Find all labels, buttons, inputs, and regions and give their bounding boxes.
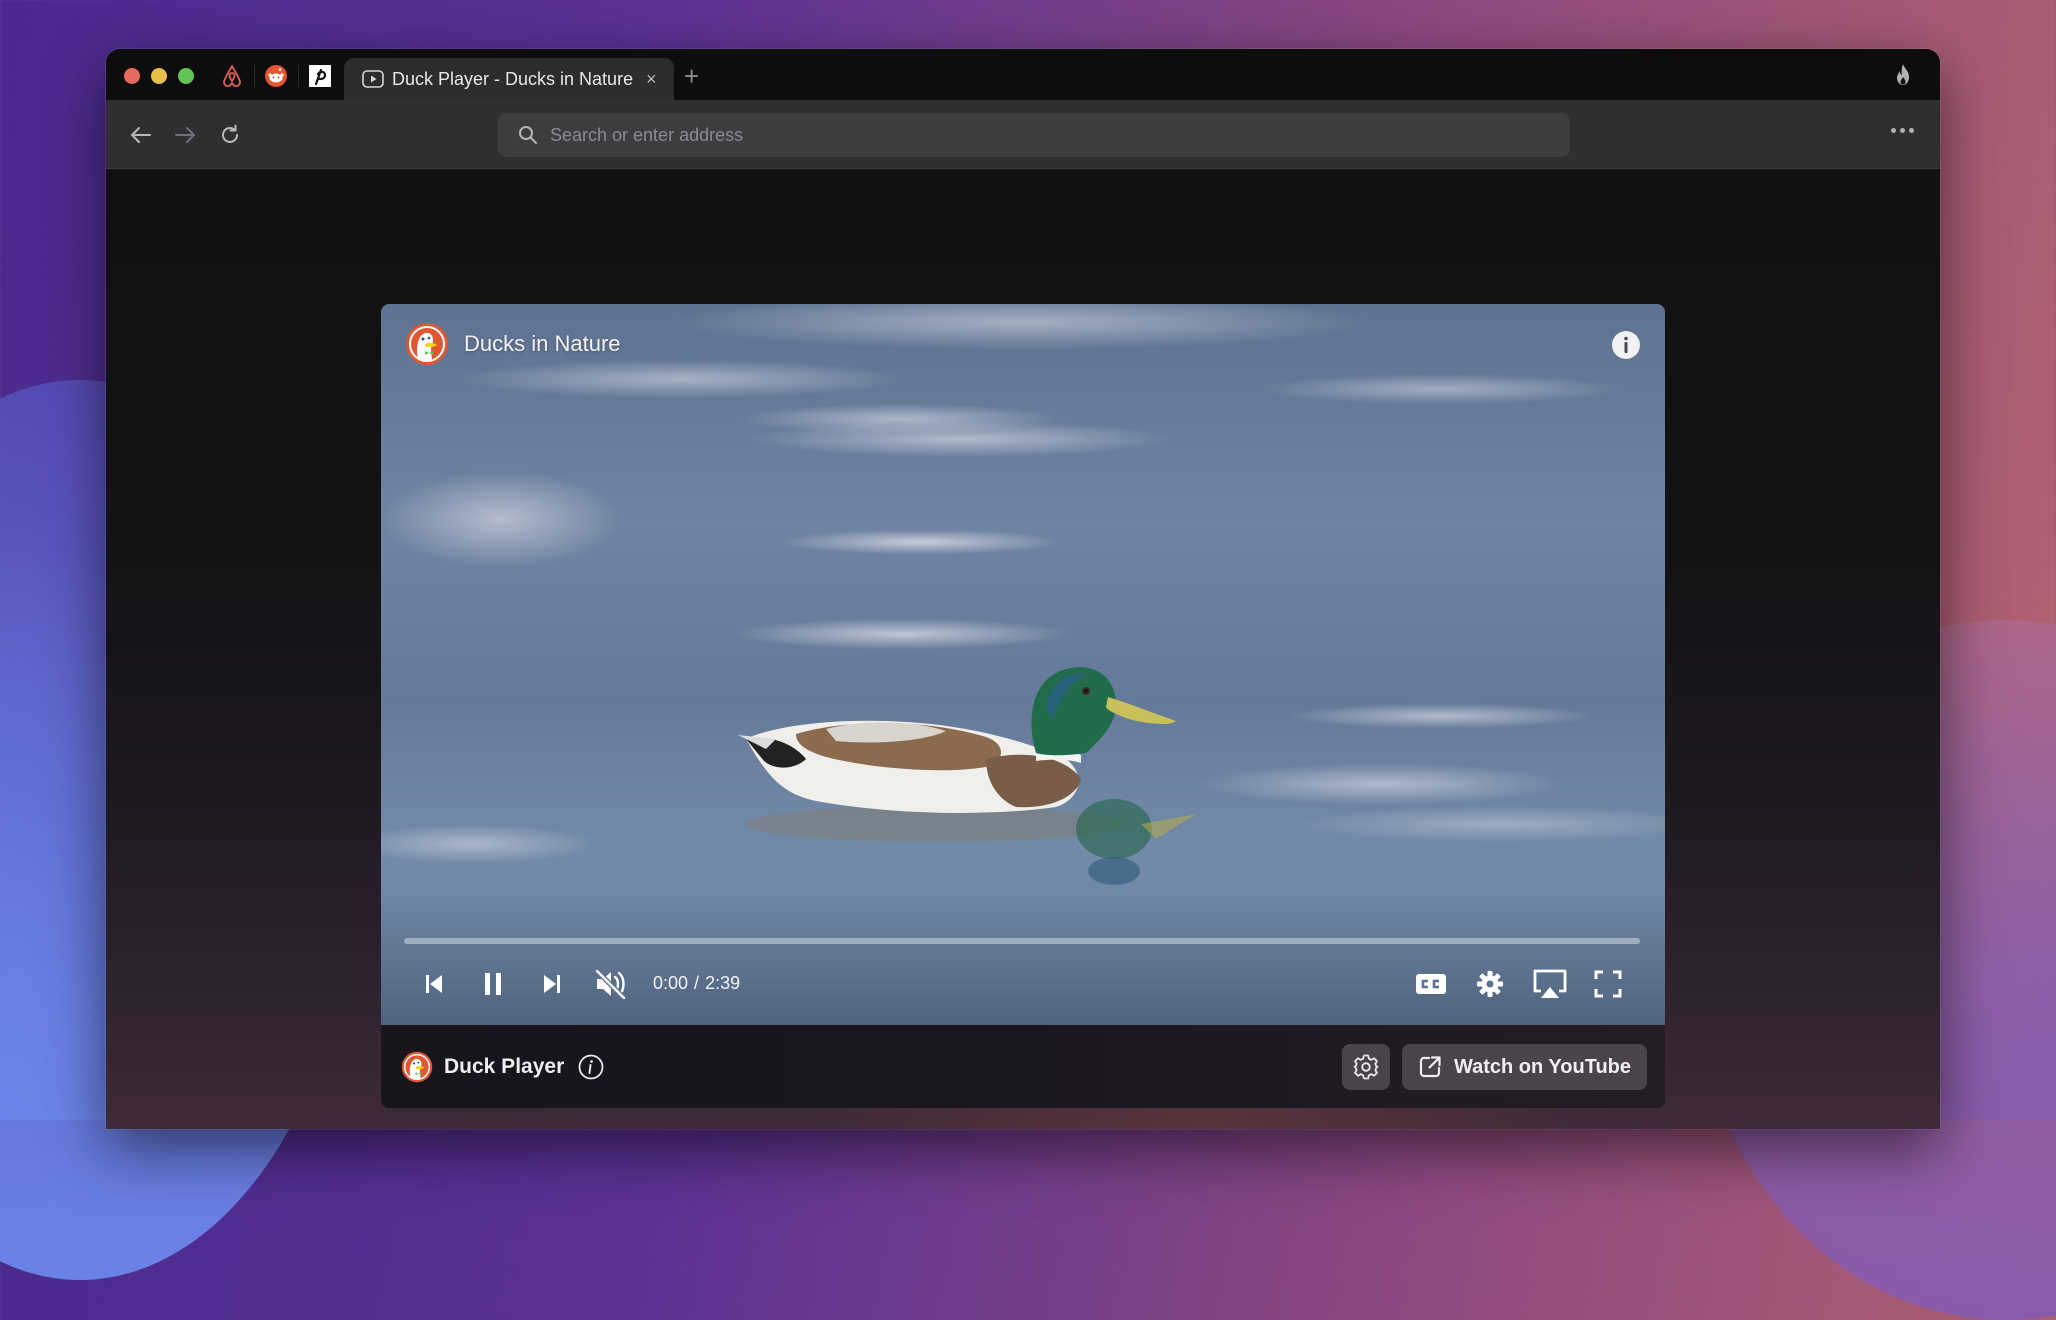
airplay-icon [1533,969,1567,998]
page-content: Ducks in Nature 0:00 / 2:39 Duck Player … [106,169,1940,1129]
volume-muted-icon [595,969,626,999]
pinned-tab-separator [298,65,299,87]
skip-next-icon [544,975,560,993]
closed-captions-icon [1416,974,1446,994]
search-icon [518,125,538,145]
captions-button[interactable] [1412,966,1450,1002]
video-progress-bar[interactable] [404,938,1640,944]
skip-previous-icon [426,975,442,993]
duckduckgo-logo-icon [401,1051,433,1082]
time-separator: / [694,973,700,993]
video-info-button[interactable] [1611,330,1641,360]
pinned-tab-airbnb[interactable] [217,61,247,91]
address-bar[interactable] [498,113,1570,157]
pause-icon [485,973,501,995]
duck-player-settings-button[interactable] [1342,1044,1390,1090]
window-close-button[interactable] [124,68,140,84]
duck-player-info-button[interactable] [578,1054,604,1080]
more-menu-icon [1900,128,1905,133]
reddit-icon [265,65,287,87]
more-menu-icon [1891,128,1896,133]
video-controls: 0:00/2:39 [381,962,1665,1006]
peloton-icon [309,65,331,87]
forward-button[interactable] [172,122,198,148]
video-settings-button[interactable] [1471,966,1509,1002]
pinned-tab-separator [254,65,255,87]
address-input[interactable] [548,123,1452,147]
mute-button[interactable] [592,966,630,1002]
time-display: 0:00/2:39 [653,973,740,994]
window-maximize-button[interactable] [178,68,194,84]
previous-button[interactable] [415,966,453,1002]
more-menu-button[interactable] [1891,128,1914,133]
pause-button[interactable] [474,966,512,1002]
back-button[interactable] [128,122,154,148]
window-minimize-button[interactable] [151,68,167,84]
next-button[interactable] [533,966,571,1002]
info-icon [1612,331,1640,359]
video-title: Ducks in Nature [464,331,621,356]
video-title-row: Ducks in Nature [405,322,621,366]
reload-button[interactable] [217,122,243,148]
external-link-icon [1418,1055,1442,1079]
current-time: 0:00 [653,973,689,993]
tab-duck-player[interactable]: Duck Player - Ducks in Nature × [344,58,674,100]
video-frame[interactable]: Ducks in Nature 0:00 / 2:39 [381,304,1665,1025]
more-menu-icon [1909,128,1914,133]
reload-icon [222,124,238,143]
watch-on-youtube-label: Watch on YouTube [1453,1055,1632,1078]
pinned-tab-peloton[interactable] [305,61,335,91]
duration: 2:39 [705,973,741,993]
tab-title: Duck Player - Ducks in Nature [392,68,634,89]
fire-icon [1897,64,1909,85]
airplay-button[interactable] [1531,966,1569,1002]
new-tab-button[interactable]: + [684,63,699,89]
back-arrow-icon [131,127,151,143]
navigation-toolbar [106,100,1940,169]
fullscreen-icon [1594,970,1622,998]
fire-button[interactable] [1892,63,1914,92]
pinned-tab-reddit[interactable] [261,61,291,91]
gear-icon [1477,971,1503,997]
info-icon [578,1054,604,1079]
duck-player-brand: Duck Player [444,1054,565,1078]
gear-outline-icon [1353,1054,1379,1080]
play-icon [362,70,384,88]
duck-player: Ducks in Nature 0:00 / 2:39 Duck Player … [381,304,1665,1108]
video-image-mallard-duck [738,667,1196,885]
fullscreen-button[interactable] [1589,966,1627,1002]
duck-player-footer: Duck Player Watch on YouTube [381,1025,1665,1108]
watch-on-youtube-button[interactable]: Watch on YouTube [1402,1044,1647,1090]
forward-arrow-icon [175,127,195,143]
browser-window: Duck Player - Ducks in Nature × + Search… [106,49,1940,1129]
airbnb-icon [223,65,241,87]
tab-bar: Duck Player - Ducks in Nature × + [106,49,1940,100]
duckduckgo-logo-icon [406,323,448,365]
tab-close-button[interactable]: × [646,69,657,90]
